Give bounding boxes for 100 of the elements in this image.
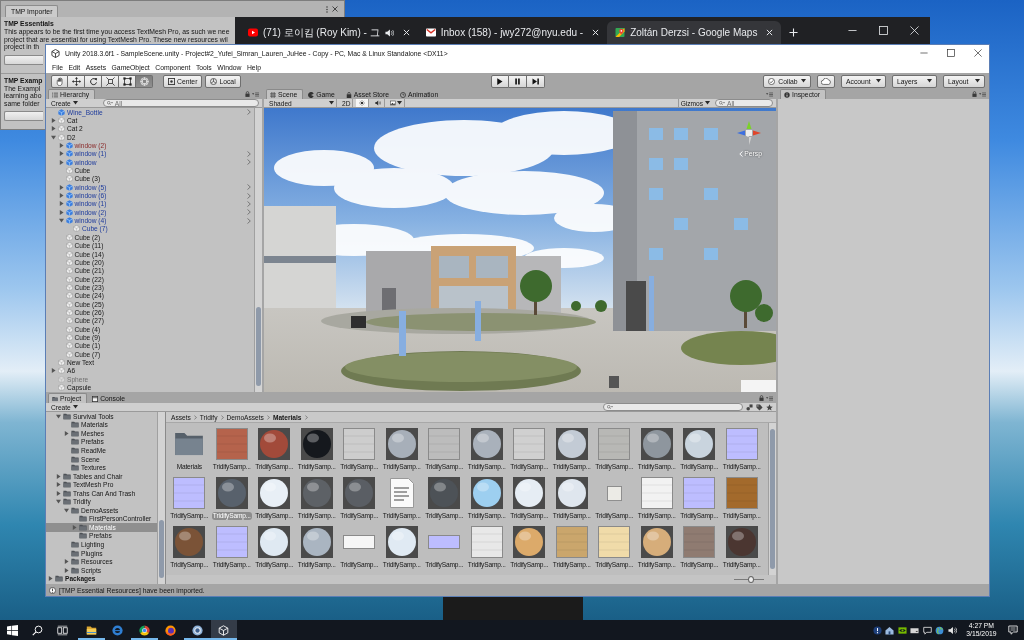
tool-button[interactable] [51, 74, 68, 88]
globe-icon[interactable] [935, 625, 945, 635]
star-icon[interactable] [766, 403, 773, 411]
expand-arrow-icon[interactable] [56, 413, 61, 419]
drive-icon[interactable] [910, 625, 920, 635]
sphere-icon [555, 477, 588, 509]
info-icon [784, 91, 790, 98]
sphere-icon [258, 477, 291, 509]
menu-icon[interactable] [252, 91, 259, 97]
menu-icon[interactable] [979, 91, 986, 97]
step-button[interactable] [526, 74, 545, 88]
expand-arrow-icon[interactable] [56, 490, 61, 496]
expand-arrow-icon[interactable] [58, 218, 64, 224]
eye-logo-icon[interactable] [897, 625, 907, 635]
expand-arrow-icon[interactable] [51, 126, 56, 132]
lock-icon[interactable] [972, 91, 977, 97]
scrollbar-thumb[interactable] [770, 429, 775, 569]
hand-icon [55, 76, 64, 86]
expand-arrow-icon[interactable] [51, 368, 56, 374]
list-icon [52, 91, 58, 98]
expand-arrow-icon[interactable] [58, 184, 64, 190]
sphere-icon [513, 477, 546, 509]
task-view-icon [57, 624, 68, 636]
plus-icon[interactable] [789, 28, 799, 37]
alert-circle-icon[interactable] [872, 625, 882, 635]
speaker-icon[interactable] [384, 28, 394, 37]
tool-button[interactable] [102, 74, 119, 88]
expand-arrow-icon[interactable] [64, 507, 69, 513]
volume-icon[interactable] [947, 625, 957, 635]
tool-button[interactable] [119, 74, 136, 88]
sphere-icon [300, 428, 333, 460]
swirl-logo-icon [112, 624, 124, 636]
menu-icon[interactable] [766, 395, 773, 401]
cloud-button[interactable] [817, 74, 835, 88]
caret-icon [72, 405, 78, 409]
expand-arrow-icon[interactable] [56, 482, 61, 488]
search-field[interactable] [603, 403, 743, 411]
expand-arrow-icon[interactable] [58, 151, 64, 157]
scrollbar-thumb[interactable] [256, 307, 261, 386]
expand-arrow-icon[interactable] [58, 209, 64, 215]
chevron-right-icon [304, 414, 308, 420]
expand-arrow-icon[interactable] [58, 201, 64, 207]
browser-tab[interactable]: (71) 로이킴 (Roy Kim) - 그 [240, 21, 418, 44]
browser-tab[interactable]: Inbox (158) - jwy272@nyu.edu - [417, 21, 608, 44]
sphere-icon [343, 477, 376, 509]
expand-arrow-icon[interactable] [51, 118, 56, 123]
chevron-right-icon[interactable] [247, 109, 251, 116]
maximize-icon[interactable] [947, 49, 955, 57]
sphere-icon [640, 526, 673, 558]
vertical-scrollbar[interactable] [768, 423, 776, 575]
lighting-toggle[interactable] [356, 99, 370, 107]
lock-icon[interactable] [245, 91, 250, 97]
message-icon[interactable] [922, 625, 932, 635]
expand-arrow-icon[interactable] [56, 499, 61, 505]
house-icon[interactable] [885, 625, 895, 635]
chevron-right-icon [193, 414, 197, 420]
sun-icon [359, 100, 366, 106]
section-button[interactable] [4, 54, 43, 65]
filter-icon[interactable] [746, 403, 753, 411]
flame-globe-icon [165, 624, 177, 636]
slider-thumb[interactable] [747, 576, 754, 583]
effects-dropdown[interactable] [388, 99, 406, 107]
sphere-icon [258, 428, 291, 460]
folder-icon [174, 432, 205, 456]
audio-toggle[interactable] [372, 99, 386, 107]
axis-gizmo-icon[interactable] [736, 120, 762, 146]
expand-arrow-icon[interactable] [58, 159, 64, 165]
sphere-icon [640, 428, 673, 460]
expand-arrow-icon[interactable] [64, 430, 69, 436]
move-arrows-icon [71, 76, 81, 86]
vertical-scrollbar[interactable] [157, 412, 165, 584]
section-button[interactable] [4, 111, 43, 121]
menu-icon[interactable] [766, 91, 773, 97]
play-button[interactable] [490, 74, 509, 88]
vertical-scrollbar[interactable] [254, 108, 262, 392]
tool-button[interactable] [68, 74, 85, 88]
expand-arrow-icon[interactable] [64, 559, 69, 565]
lock-icon[interactable] [759, 395, 764, 401]
tag-icon[interactable] [756, 403, 763, 411]
ring-logo-icon [191, 624, 203, 636]
rect-tool-icon [122, 76, 132, 86]
rotate-icon [88, 76, 98, 86]
console-icon [92, 395, 99, 402]
sphere-icon [470, 477, 503, 509]
expand-arrow-icon[interactable] [58, 193, 64, 199]
pause-button[interactable] [508, 74, 527, 88]
scrollbar-thumb[interactable] [159, 520, 164, 578]
taskbar-app-button[interactable] [210, 620, 237, 640]
transform-icon [139, 76, 149, 86]
expand-arrow-icon[interactable] [51, 134, 56, 140]
grid-icon [270, 91, 276, 98]
browser-tab[interactable]: Zoltán Derzsi - Google Maps [607, 21, 782, 44]
tool-button[interactable] [85, 74, 102, 88]
expand-arrow-icon[interactable] [58, 143, 64, 149]
expand-arrow-icon[interactable] [56, 473, 61, 479]
expand-arrow-icon[interactable] [48, 576, 53, 582]
notification-icon[interactable] [1008, 625, 1018, 635]
clock-icon [399, 91, 406, 98]
expand-arrow-icon[interactable] [72, 524, 77, 530]
expand-arrow-icon[interactable] [64, 567, 69, 573]
